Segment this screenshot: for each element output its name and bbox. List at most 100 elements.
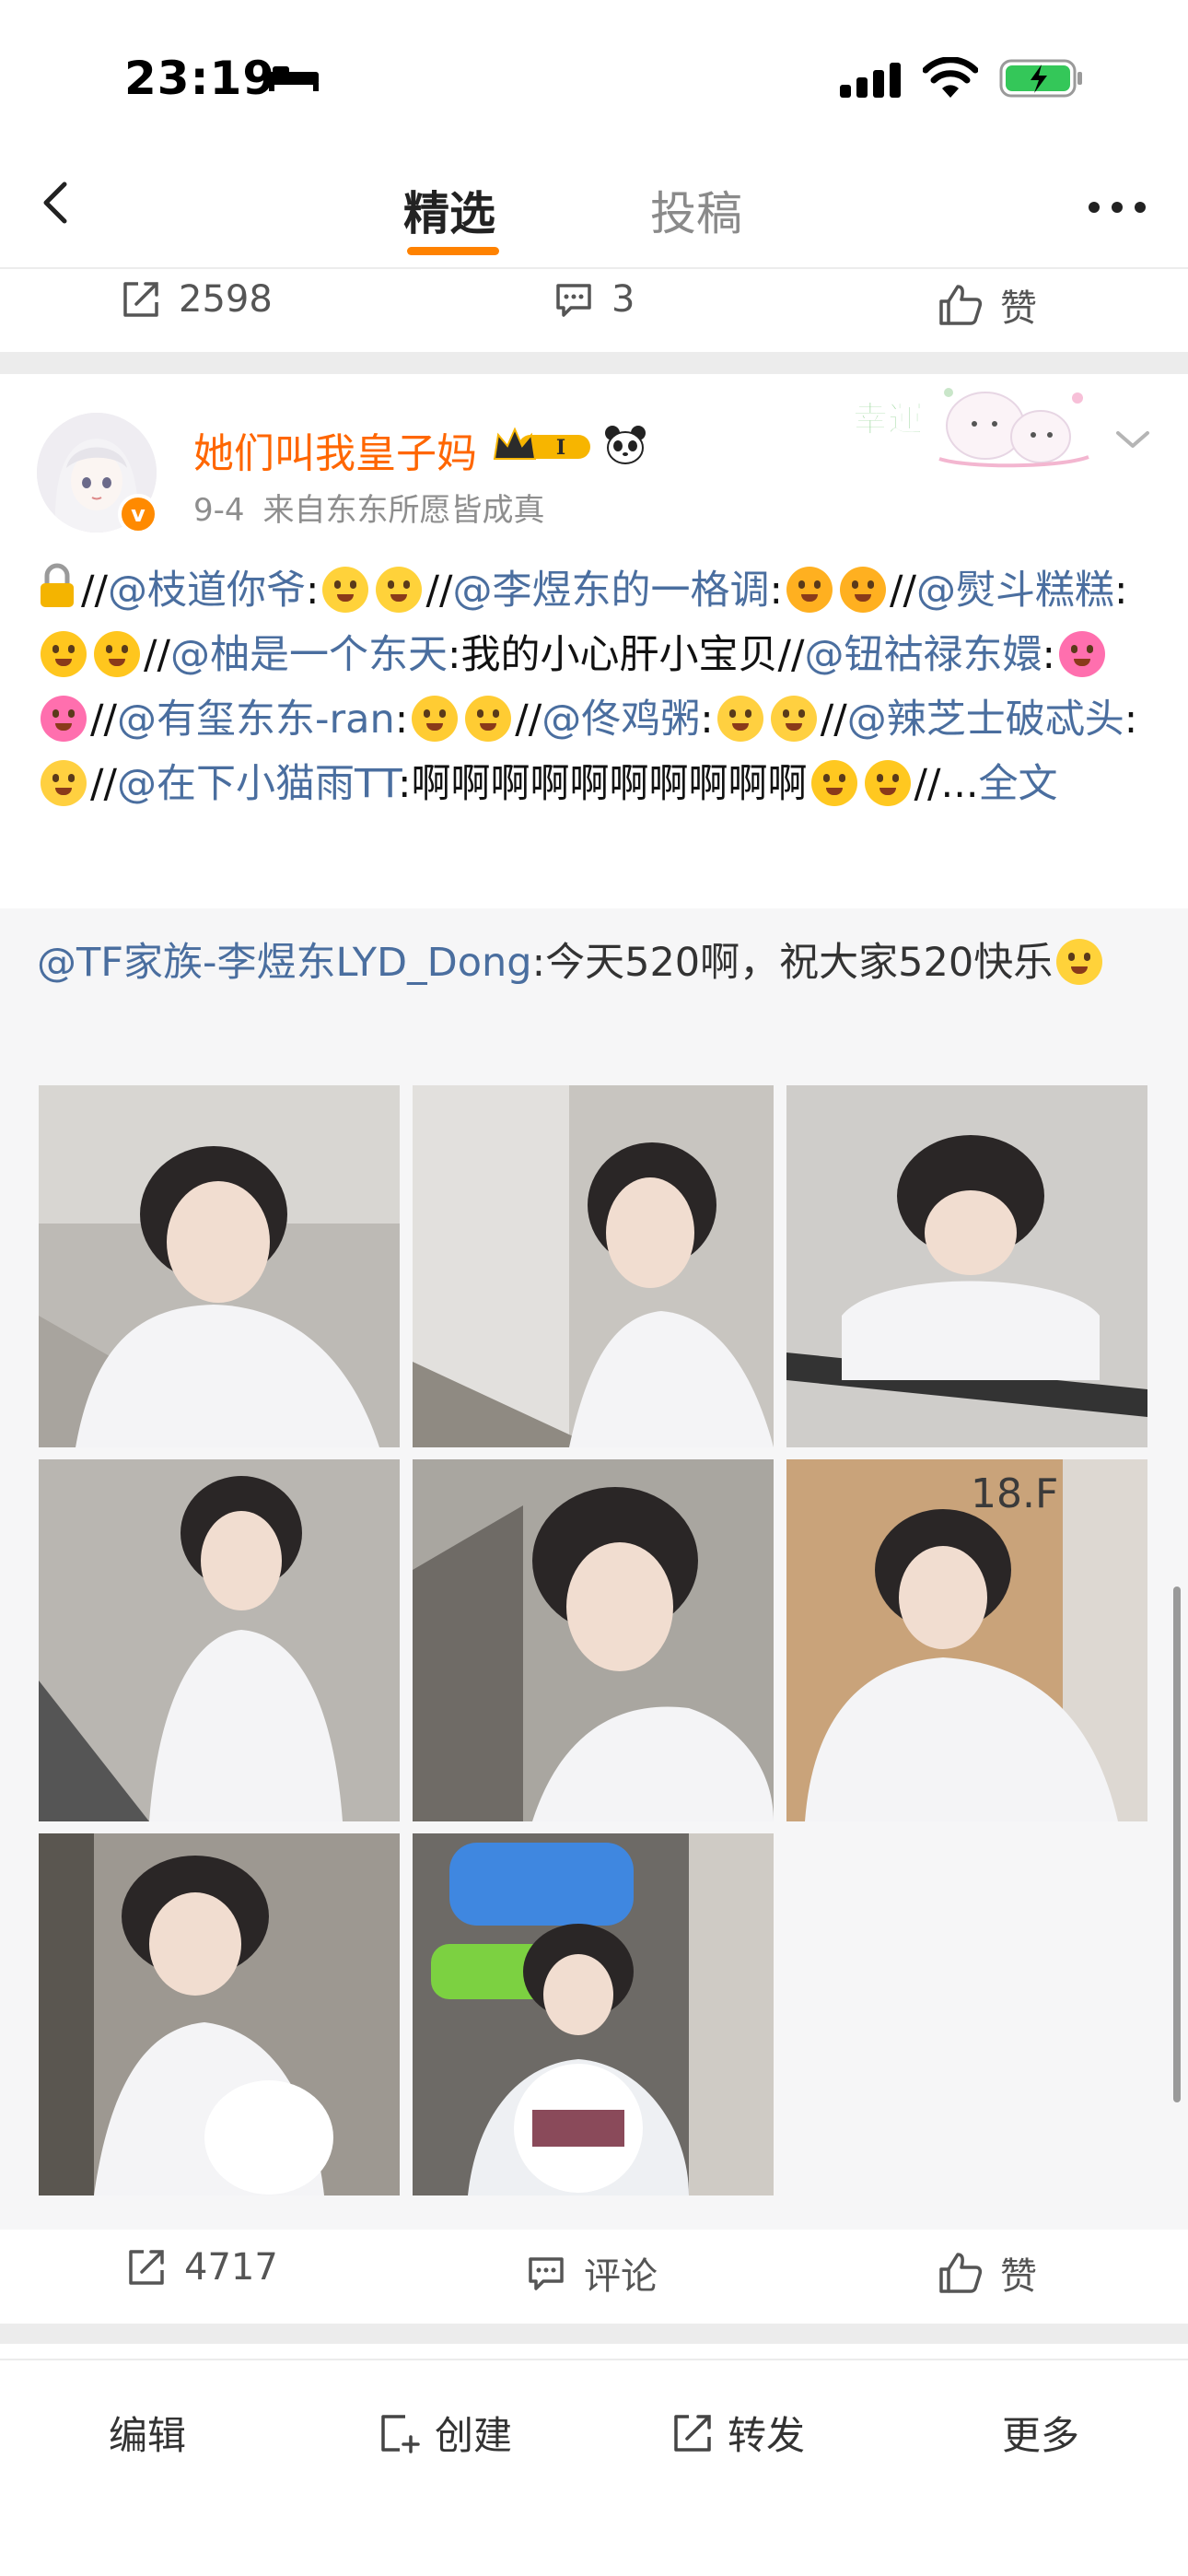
forward-label: 转发 [728, 2413, 806, 2458]
status-bar: 23:19 [0, 0, 1188, 157]
photo-7[interactable] [39, 1833, 400, 2195]
post-text-fragment: // [425, 568, 453, 614]
repost-content: :今天520啊，祝大家520快乐 [531, 940, 1054, 986]
user-mention[interactable]: @李煜东的一格调 [452, 568, 769, 614]
emoji-icon [770, 696, 817, 742]
bottom-toolbar: 编辑 创建 转发 更多 [0, 2359, 1188, 2576]
post-date: 9-4 [193, 492, 245, 529]
create-label: 创建 [435, 2413, 513, 2458]
more-options-icon[interactable] [1085, 193, 1149, 221]
like-button[interactable]: 赞 [938, 2246, 1037, 2300]
comment-button[interactable]: 评论 [525, 2246, 658, 2300]
status-time: 23:19 [124, 52, 276, 105]
post-text-fragment: // [820, 697, 847, 743]
emoji-icon [1058, 631, 1105, 677]
post-text-fragment: // [777, 632, 805, 678]
full-text-link[interactable]: 全文 [979, 761, 1058, 807]
like-button[interactable]: 赞 [938, 278, 1037, 332]
user-mention[interactable]: @熨斗糕糕 [916, 568, 1114, 614]
photo-5[interactable] [413, 1459, 774, 1821]
forward-button[interactable]: 转发 [670, 2405, 805, 2461]
post-text-fragment: : [1042, 632, 1055, 678]
emoji-icon [41, 696, 87, 742]
post-text-fragment: : [305, 568, 320, 614]
emoji-icon [41, 631, 87, 677]
comment-count: 3 [611, 278, 635, 321]
emoji-icon [810, 760, 857, 806]
battery-charging-icon [999, 59, 1082, 98]
post-text-fragment: // [90, 697, 117, 743]
edit-label: 编辑 [109, 2413, 187, 2458]
tab-featured[interactable]: 精选 [403, 177, 495, 243]
forward-icon [674, 2414, 711, 2452]
wifi-icon [923, 57, 978, 98]
photo-8[interactable] [413, 1833, 774, 2195]
photo-1[interactable] [39, 1085, 400, 1447]
emoji-icon [376, 567, 423, 613]
photo-4[interactable] [39, 1459, 400, 1821]
author-name[interactable]: 她们叫我皇子妈 [193, 420, 477, 479]
user-mention[interactable]: @枝道你爷 [108, 568, 306, 614]
post-text-fragment: : [769, 568, 783, 614]
repost-count: 4717 [184, 2246, 278, 2289]
repost-author-mention[interactable]: @TF家族-李煜东LYD_Dong [37, 940, 532, 986]
previous-post-actions: 2598 3 赞 [0, 269, 1188, 350]
user-mention[interactable]: @钮祜禄东嬛 [804, 632, 1042, 678]
create-icon [381, 2414, 420, 2453]
comment-icon [529, 2257, 564, 2290]
repost-icon [129, 2250, 164, 2285]
photo-3[interactable] [786, 1085, 1147, 1447]
emoji-icon [786, 567, 833, 613]
repost-count: 2598 [179, 278, 273, 321]
like-label: 赞 [1000, 2255, 1037, 2298]
feed-divider [0, 352, 1188, 374]
user-mention[interactable]: @有玺东东-ran [117, 697, 395, 743]
sticker-text: 幸運 [853, 399, 923, 439]
lucky-sticker: 幸運 [853, 388, 1089, 468]
photo-6[interactable]: 18.F [786, 1459, 1147, 1821]
repost-button[interactable]: 4717 [125, 2246, 278, 2289]
repost-block[interactable]: @TF家族-李煜东LYD_Dong:今天520啊，祝大家520快乐 18.F [0, 908, 1188, 2230]
repost-text: @TF家族-李煜东LYD_Dong:今天520啊，祝大家520快乐 [37, 932, 1151, 993]
post-actions: 4717 评论 赞 [0, 2237, 1188, 2322]
post-text-fragment: // [81, 568, 108, 614]
tab-submissions[interactable]: 投稿 [650, 177, 742, 243]
back-arrow-icon[interactable] [28, 175, 83, 230]
thumbs-up-icon [939, 285, 983, 325]
photo-2[interactable] [413, 1085, 774, 1447]
emoji-icon [465, 696, 512, 742]
emoji-icon [839, 567, 886, 613]
comment-icon [556, 284, 591, 317]
cellular-signal-icon [840, 63, 901, 98]
post-text-fragment: : [394, 697, 409, 743]
user-mention[interactable]: @在下小猫雨TT [117, 761, 398, 807]
post-source[interactable]: 来自东东所愿皆成真 [263, 492, 545, 529]
user-mention[interactable]: @柚是一个东天 [170, 632, 448, 678]
more-label: 更多 [1002, 2413, 1080, 2458]
wink-tongue-emoji [1056, 939, 1103, 985]
edit-button[interactable]: 编辑 [109, 2405, 186, 2461]
comment-button[interactable]: 3 [553, 278, 635, 321]
emoji-icon [41, 760, 87, 806]
verified-badge: v [118, 494, 158, 534]
post-text-fragment: : [700, 697, 714, 743]
create-button[interactable]: 创建 [378, 2405, 512, 2461]
comment-label: 评论 [584, 2255, 658, 2298]
repost-button[interactable]: 2598 [120, 278, 273, 321]
scrollbar[interactable] [1173, 1587, 1181, 2102]
chevron-down-icon[interactable] [1112, 426, 1153, 453]
post-text-fragment: //... [914, 761, 979, 807]
user-mention[interactable]: @辣芝士破忒头 [847, 697, 1124, 743]
vip-level: I [556, 436, 565, 460]
lock-icon [41, 563, 74, 607]
thumbs-up-icon [939, 2253, 983, 2293]
more-button[interactable]: 更多 [1002, 2405, 1079, 2461]
post-text-fragment: // [90, 761, 117, 807]
vip-crown-badge[interactable]: I [491, 424, 594, 466]
emoji-icon [94, 631, 140, 677]
nav-bar: 精选 投稿 [0, 157, 1188, 269]
user-mention[interactable]: @佟鸡粥 [542, 697, 700, 743]
like-label: 赞 [1000, 287, 1037, 330]
repost-icon [123, 282, 158, 317]
emoji-icon [322, 567, 369, 613]
